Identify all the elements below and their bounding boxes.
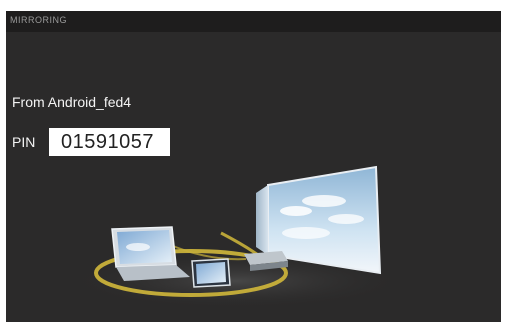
mirroring-illustration [66,165,406,309]
laptop-icon [111,226,190,281]
mirroring-screen: MIRRORING From Android_fed4 PIN 01591057 [6,11,501,322]
tablet-icon [191,258,231,288]
